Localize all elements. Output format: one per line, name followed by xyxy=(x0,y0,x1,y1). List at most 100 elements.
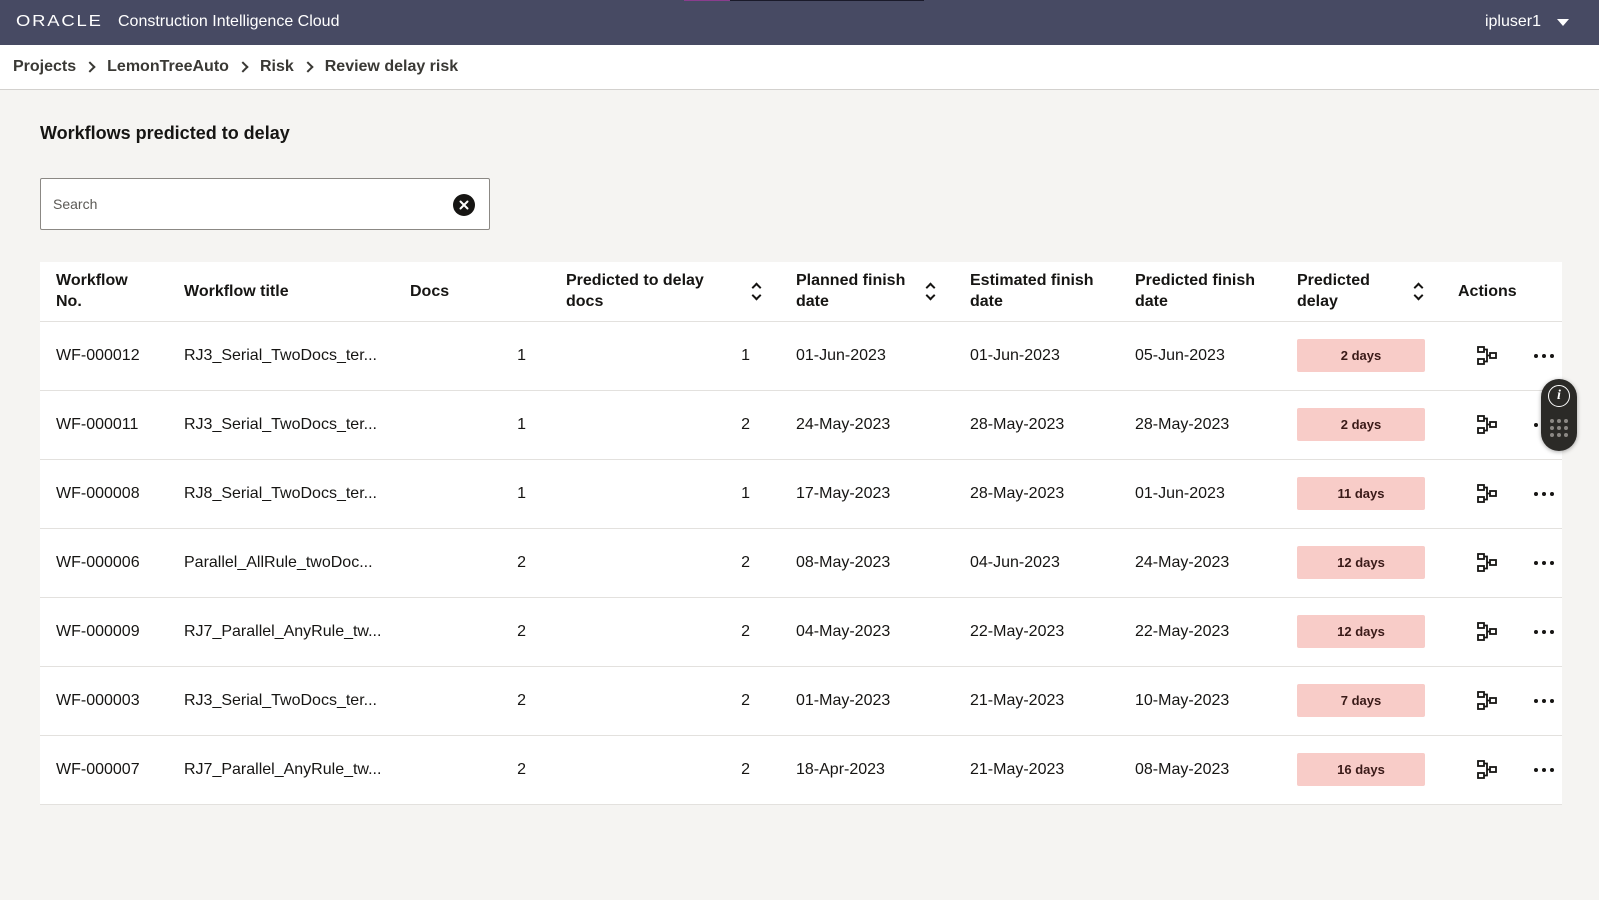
cell-predicted-delay: 7 days xyxy=(1281,666,1442,736)
col-header-workflow-title: Workflow title xyxy=(168,262,394,322)
workflow-diagram-icon[interactable] xyxy=(1476,690,1498,712)
cell-workflow-title[interactable]: Parallel_AllRule_twoDoc... xyxy=(168,528,394,598)
cell-predicted-to-delay-docs: 2 xyxy=(550,666,780,736)
workflow-diagram-icon[interactable] xyxy=(1476,552,1498,574)
cell-docs: 2 xyxy=(394,597,550,667)
cell-predicted-finish-date: 01-Jun-2023 xyxy=(1119,459,1281,529)
more-horizontal-icon[interactable] xyxy=(1534,698,1554,703)
more-horizontal-icon[interactable] xyxy=(1534,353,1554,358)
cell-actions xyxy=(1442,666,1562,736)
search-input[interactable] xyxy=(53,189,433,219)
workflow-diagram-icon[interactable] xyxy=(1476,621,1498,643)
cell-predicted-to-delay-docs: 2 xyxy=(550,528,780,598)
cell-predicted-finish-date: 08-May-2023 xyxy=(1119,735,1281,805)
cell-workflow-no: WF-000006 xyxy=(40,528,168,598)
col-header-estimated-finish-date: Estimated finish date xyxy=(954,262,1119,322)
info-icon[interactable]: i xyxy=(1548,385,1570,407)
cell-docs: 2 xyxy=(394,735,550,805)
cell-workflow-title[interactable]: RJ7_Parallel_AnyRule_tw... xyxy=(168,735,394,805)
breadcrumb-projects[interactable]: Projects xyxy=(13,58,76,76)
cell-predicted-to-delay-docs: 2 xyxy=(550,597,780,667)
cell-actions xyxy=(1442,735,1562,805)
table-row[interactable]: WF-000007 RJ7_Parallel_AnyRule_tw... 2 2… xyxy=(40,735,1562,805)
cell-workflow-no: WF-000007 xyxy=(40,735,168,805)
cell-predicted-finish-date: 22-May-2023 xyxy=(1119,597,1281,667)
table-row[interactable]: WF-000008 RJ8_Serial_TwoDocs_ter... 1 1 … xyxy=(40,459,1562,529)
sort-icon[interactable] xyxy=(751,282,762,301)
cell-workflow-no: WF-000011 xyxy=(40,390,168,460)
breadcrumb-project[interactable]: LemonTreeAuto xyxy=(107,58,229,76)
cell-docs: 1 xyxy=(394,459,550,529)
more-horizontal-icon[interactable] xyxy=(1534,560,1554,565)
col-header-predicted-finish-date: Predicted finish date xyxy=(1119,262,1281,322)
cell-predicted-finish-date: 24-May-2023 xyxy=(1119,528,1281,598)
cell-estimated-finish-date: 21-May-2023 xyxy=(954,666,1119,736)
col-header-actions: Actions xyxy=(1442,262,1562,322)
more-horizontal-icon[interactable] xyxy=(1534,629,1554,634)
delay-badge: 2 days xyxy=(1297,408,1425,441)
cell-predicted-delay: 2 days xyxy=(1281,390,1442,460)
top-bar-accent xyxy=(684,0,924,1)
delay-badge: 2 days xyxy=(1297,339,1425,372)
col-header-predicted-delay[interactable]: Predicted delay xyxy=(1281,262,1442,322)
cell-workflow-title[interactable]: RJ3_Serial_TwoDocs_ter... xyxy=(168,666,394,736)
workflow-diagram-icon[interactable] xyxy=(1476,759,1498,781)
cell-predicted-finish-date: 28-May-2023 xyxy=(1119,390,1281,460)
cell-predicted-to-delay-docs: 1 xyxy=(550,321,780,391)
cell-estimated-finish-date: 01-Jun-2023 xyxy=(954,321,1119,391)
chevron-down-icon xyxy=(1557,18,1569,26)
sort-icon[interactable] xyxy=(925,282,936,301)
cell-workflow-title[interactable]: RJ3_Serial_TwoDocs_ter... xyxy=(168,390,394,460)
cell-actions xyxy=(1442,528,1562,598)
cell-estimated-finish-date: 04-Jun-2023 xyxy=(954,528,1119,598)
cell-planned-finish-date: 01-Jun-2023 xyxy=(780,321,954,391)
cell-estimated-finish-date: 22-May-2023 xyxy=(954,597,1119,667)
table-row[interactable]: WF-000006 Parallel_AllRule_twoDoc... 2 2… xyxy=(40,528,1562,598)
workflow-diagram-icon[interactable] xyxy=(1476,345,1498,367)
col-header-label: Predicted delay xyxy=(1297,272,1370,311)
cell-workflow-title[interactable]: RJ7_Parallel_AnyRule_tw... xyxy=(168,597,394,667)
floating-help-widget: i xyxy=(1541,379,1577,451)
page-title: Workflows predicted to delay xyxy=(40,123,290,143)
more-horizontal-icon[interactable] xyxy=(1534,491,1554,496)
cell-workflow-title[interactable]: RJ8_Serial_TwoDocs_ter... xyxy=(168,459,394,529)
breadcrumb-current: Review delay risk xyxy=(324,58,459,75)
cell-workflow-no: WF-000009 xyxy=(40,597,168,667)
table-row[interactable]: WF-000009 RJ7_Parallel_AnyRule_tw... 2 2… xyxy=(40,597,1562,667)
drag-grip-icon[interactable] xyxy=(1550,419,1568,437)
cell-predicted-to-delay-docs: 2 xyxy=(550,735,780,805)
breadcrumb: Projects LemonTreeAuto Risk Review delay… xyxy=(0,45,1599,90)
workflow-diagram-icon[interactable] xyxy=(1476,483,1498,505)
cell-predicted-to-delay-docs: 1 xyxy=(550,459,780,529)
cell-estimated-finish-date: 21-May-2023 xyxy=(954,735,1119,805)
cell-planned-finish-date: 08-May-2023 xyxy=(780,528,954,598)
col-header-planned-finish-date[interactable]: Planned finish date xyxy=(780,262,954,322)
cell-predicted-to-delay-docs: 2 xyxy=(550,390,780,460)
cell-workflow-title[interactable]: RJ3_Serial_TwoDocs_ter... xyxy=(168,321,394,391)
top-bar: ORACLE Construction Intelligence Cloud i… xyxy=(0,0,1599,45)
cell-actions xyxy=(1442,321,1562,391)
breadcrumb-risk[interactable]: Risk xyxy=(260,58,294,76)
user-menu-button[interactable]: ipluser1 xyxy=(1485,13,1569,31)
cell-planned-finish-date: 04-May-2023 xyxy=(780,597,954,667)
cell-docs: 2 xyxy=(394,528,550,598)
table-row[interactable]: WF-000003 RJ3_Serial_TwoDocs_ter... 2 2 … xyxy=(40,666,1562,736)
workflow-diagram-icon[interactable] xyxy=(1476,414,1498,436)
cell-workflow-no: WF-000012 xyxy=(40,321,168,391)
col-header-predicted-to-delay-docs[interactable]: Predicted to delay docs xyxy=(550,262,780,322)
delay-badge: 7 days xyxy=(1297,684,1425,717)
cell-predicted-delay: 11 days xyxy=(1281,459,1442,529)
sort-icon[interactable] xyxy=(1413,282,1424,301)
more-horizontal-icon[interactable] xyxy=(1534,767,1554,772)
cell-estimated-finish-date: 28-May-2023 xyxy=(954,390,1119,460)
col-header-workflow-no: Workflow No. xyxy=(40,262,168,322)
cell-planned-finish-date: 24-May-2023 xyxy=(780,390,954,460)
close-circle-icon[interactable] xyxy=(453,194,475,216)
chevron-right-icon xyxy=(302,61,314,73)
table-row[interactable]: WF-000012 RJ3_Serial_TwoDocs_ter... 1 1 … xyxy=(40,321,1562,391)
cell-predicted-delay: 12 days xyxy=(1281,597,1442,667)
cell-predicted-delay: 16 days xyxy=(1281,735,1442,805)
delay-badge: 12 days xyxy=(1297,546,1425,579)
table-row[interactable]: WF-000011 RJ3_Serial_TwoDocs_ter... 1 2 … xyxy=(40,390,1562,460)
cell-docs: 1 xyxy=(394,321,550,391)
